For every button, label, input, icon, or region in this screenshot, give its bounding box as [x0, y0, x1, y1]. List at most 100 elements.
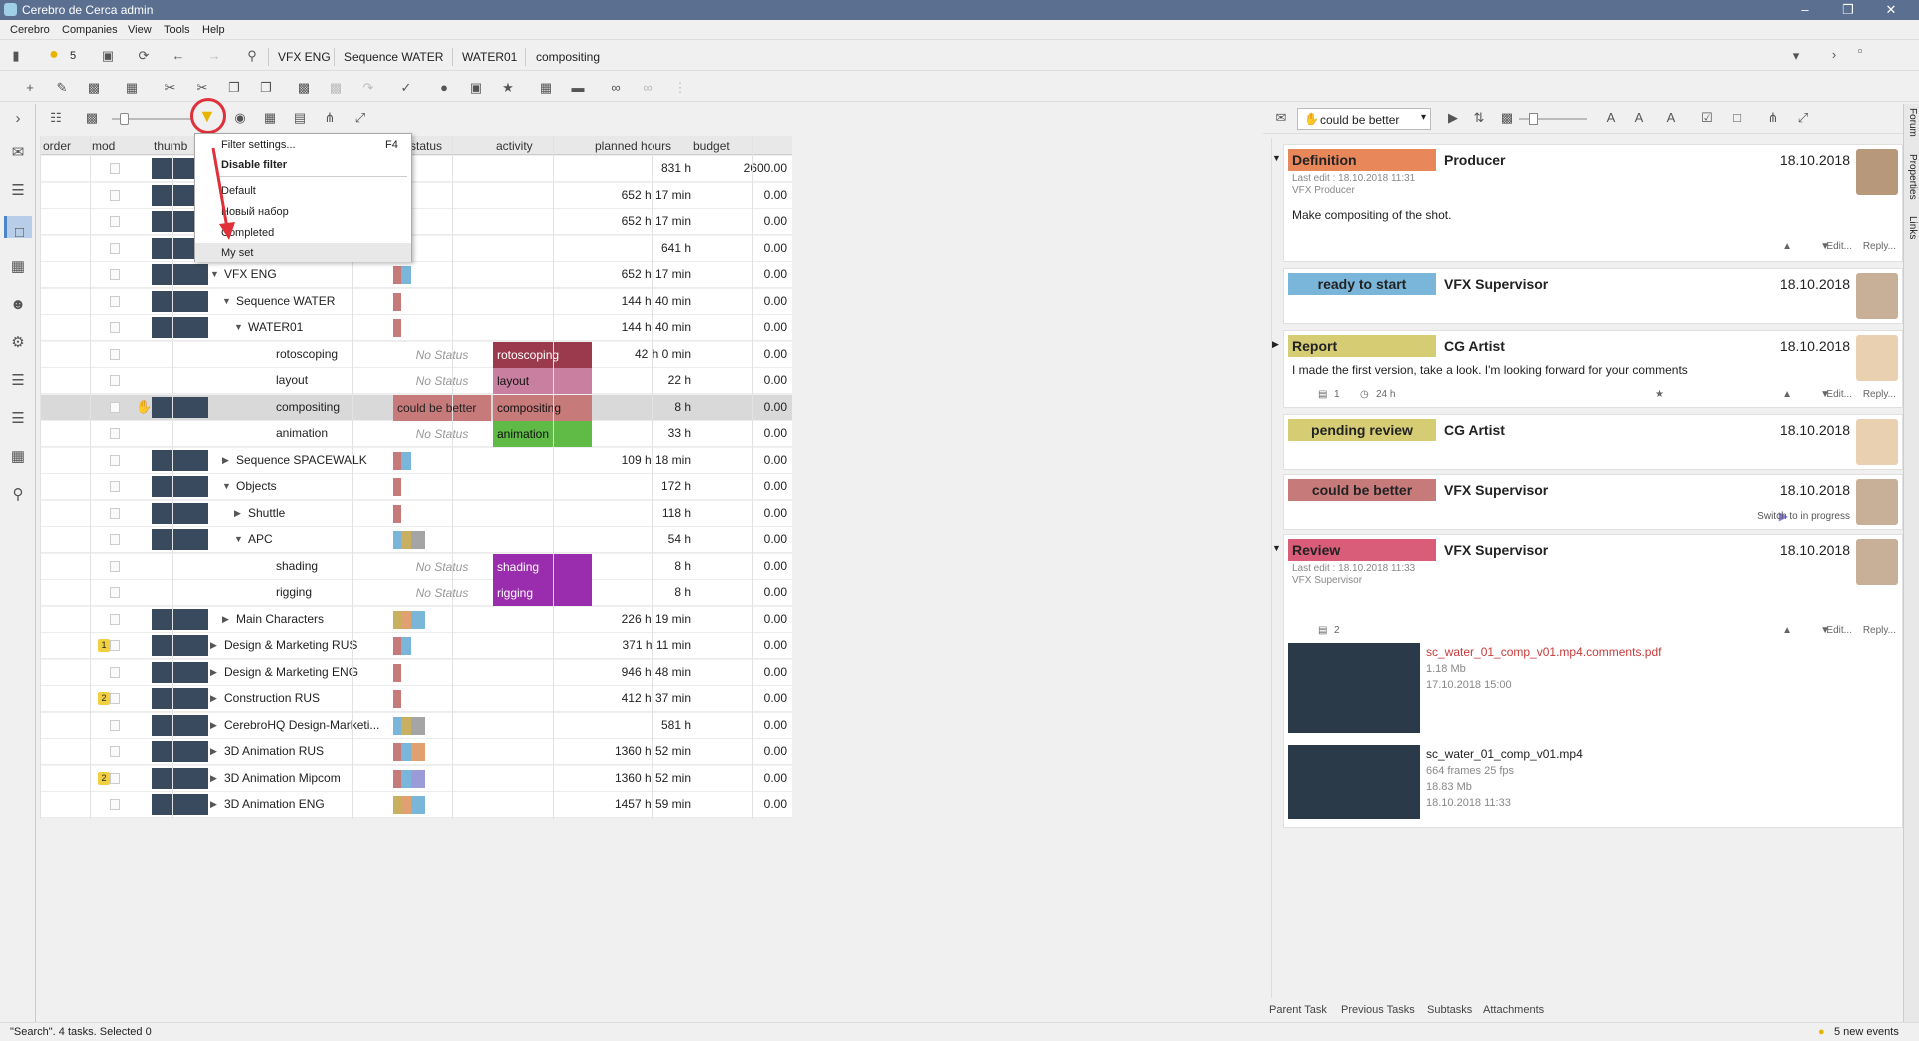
message-ready-to-start[interactable]: ready to start VFX Supervisor 18.10.2018 — [1283, 268, 1903, 324]
font-icon[interactable]: A — [1663, 110, 1679, 126]
font-bigger-icon[interactable]: A — [1603, 110, 1619, 126]
task-name[interactable]: 3D Animation ENG — [224, 797, 325, 811]
inbox-icon[interactable]: ▣ — [100, 48, 116, 64]
row-checkbox[interactable] — [110, 640, 120, 651]
table-row[interactable]: ▼ WATER01 144 h 40 min 0.00 — [40, 315, 792, 341]
new-events[interactable]: 5 new events — [1834, 1026, 1899, 1038]
collapse-arrow-icon[interactable]: ▼ — [234, 322, 243, 332]
table-row[interactable]: ▶ Design & Marketing ENG 946 h 48 min 0.00 — [40, 659, 792, 686]
expand-arrow-icon[interactable]: ▶ — [210, 720, 217, 731]
row-thumbnail[interactable] — [152, 767, 208, 789]
row-checkbox[interactable] — [110, 189, 120, 201]
expand-arrow-icon[interactable]: ▶ — [210, 746, 217, 757]
task-name[interactable]: VFX ENG — [224, 267, 277, 281]
table-row[interactable]: ▼ APC 54 h 0.00 — [40, 527, 792, 553]
sort-icon[interactable]: ⇅ — [1471, 110, 1487, 126]
check-icon[interactable]: ✓ — [398, 80, 414, 96]
star-icon[interactable]: ★ — [1655, 389, 1664, 400]
layers-icon[interactable]: ▦ — [538, 80, 554, 96]
tab-subtasks[interactable]: Subtasks — [1427, 1004, 1472, 1016]
breadcrumb-compositing[interactable]: compositing — [536, 50, 600, 64]
document-icon[interactable]: ▤ — [292, 110, 308, 126]
row-checkbox[interactable] — [110, 772, 120, 784]
checklist-icon[interactable]: ☰ — [7, 180, 29, 202]
lightbulb-icon[interactable]: ● — [46, 47, 62, 63]
breadcrumb-sequence-water[interactable]: Sequence WATER — [344, 50, 443, 64]
tab-previous-tasks[interactable]: Previous Tasks — [1341, 1004, 1415, 1016]
size-slider-handle[interactable] — [1529, 113, 1538, 125]
row-checkbox[interactable] — [110, 322, 120, 333]
expand-arrow-icon[interactable]: ▶ — [210, 667, 217, 678]
task-name[interactable]: Design & Marketing ENG — [224, 665, 358, 679]
task-name[interactable]: layout — [276, 373, 308, 387]
link-icon[interactable]: ∞ — [608, 80, 624, 96]
forward-icon[interactable]: → — [206, 48, 222, 64]
edit-link[interactable]: Edit... — [1826, 625, 1852, 636]
row-checkbox[interactable] — [110, 799, 120, 810]
back-icon[interactable]: ← — [170, 48, 186, 64]
eye-icon[interactable]: ◉ — [232, 110, 248, 126]
reply-link[interactable]: Reply... — [1863, 389, 1896, 400]
message-review[interactable]: ▼ Review VFX Supervisor 18.10.2018 Last … — [1272, 534, 1903, 828]
thumbnail-size-icon[interactable]: ▩ — [84, 110, 100, 126]
row-checkbox[interactable] — [110, 693, 120, 704]
delete-icon[interactable]: ▩ — [86, 80, 102, 96]
reply-link[interactable]: Reply... — [1863, 625, 1896, 636]
task-name[interactable]: compositing — [276, 400, 340, 414]
column-status[interactable]: status — [410, 139, 442, 153]
tab-attachments[interactable]: Attachments — [1483, 1004, 1544, 1016]
magnifier-icon[interactable]: ⚲ — [7, 484, 29, 506]
row-checkbox[interactable] — [110, 560, 120, 572]
row-checkbox[interactable] — [110, 481, 120, 492]
play-icon[interactable]: ▶ — [1445, 110, 1461, 126]
row-thumbnail[interactable] — [152, 688, 208, 709]
collapse-arrow-icon[interactable]: ▼ — [1272, 153, 1281, 163]
tasks-folder-icon[interactable]: □ — [4, 216, 32, 241]
archive-icon[interactable]: ▦ — [124, 80, 140, 96]
table-row[interactable]: 641 h 0.00 — [40, 235, 792, 262]
column-thumb[interactable]: thumb — [154, 139, 187, 153]
task-name[interactable]: Construction RUS — [224, 691, 320, 705]
copy-icon[interactable]: ❐ — [226, 80, 242, 96]
expand-arrow-icon[interactable]: ▶ — [222, 614, 229, 625]
expand-all-icon[interactable]: ⤢ — [1795, 110, 1811, 126]
list-view-icon[interactable]: ☰ — [7, 408, 29, 430]
book-icon[interactable]: ▮ — [8, 48, 24, 64]
search-icon[interactable]: ⚲ — [244, 48, 260, 64]
copy-tree-icon[interactable]: ❐ — [258, 80, 274, 96]
cut-icon[interactable]: ✂ — [162, 80, 178, 96]
side-tab-properties[interactable]: Properties — [1907, 154, 1918, 200]
thumbs-up-icon[interactable]: ▲ — [1782, 389, 1792, 400]
table-row[interactable]: ✋ compositing could be better compositing 8 … — [40, 394, 792, 421]
row-thumbnail[interactable] — [152, 661, 208, 683]
collapse-arrow-icon[interactable]: ▼ — [234, 534, 243, 544]
message-icon[interactable]: ✉ — [1273, 110, 1289, 126]
gantt-icon[interactable]: ☰ — [7, 370, 29, 392]
expand-arrow-icon[interactable]: ▶ — [210, 773, 217, 784]
table-row[interactable]: 652 h 17 min 0.00 — [40, 182, 792, 209]
table-row[interactable]: ▼ VFX ENG 652 h 17 min 0.00 — [40, 262, 792, 288]
row-thumbnail[interactable] — [152, 714, 208, 736]
row-thumbnail[interactable] — [152, 264, 208, 285]
collapse-icon[interactable]: ⋔ — [322, 110, 338, 126]
row-checkbox[interactable] — [110, 719, 120, 731]
chevron-right-icon[interactable]: › — [1826, 47, 1842, 63]
unlink-icon[interactable]: ∞ — [640, 80, 656, 96]
row-thumbnail[interactable] — [152, 290, 208, 312]
cut-tree-icon[interactable]: ✂ — [194, 80, 210, 96]
table-row[interactable]: ▶ Sequence SPACEWALK 109 h 18 min 0.00 — [40, 447, 792, 474]
thumbs-up-icon[interactable]: ▲ — [1782, 625, 1792, 636]
expand-arrow-icon[interactable]: ▶ — [210, 640, 217, 651]
table-row[interactable]: ▶ Shuttle 118 h 0.00 — [40, 500, 792, 527]
row-checkbox[interactable] — [110, 534, 120, 545]
side-tab-forum[interactable]: Forum — [1907, 108, 1918, 137]
menu-cerebro[interactable]: Cerebro — [10, 24, 50, 36]
task-name[interactable]: animation — [276, 426, 328, 440]
maximize-icon[interactable]: ❐ — [1828, 2, 1868, 18]
expand-arrow-icon[interactable]: ▶ — [222, 455, 229, 466]
task-name[interactable]: Design & Marketing RUS — [224, 638, 357, 652]
film-icon[interactable]: ▬ — [570, 80, 586, 96]
row-checkbox[interactable] — [110, 348, 120, 360]
task-name[interactable]: Shuttle — [248, 506, 285, 520]
table-row[interactable]: ▶ 3D Animation ENG 1457 h 59 min 0.00 — [40, 792, 792, 818]
